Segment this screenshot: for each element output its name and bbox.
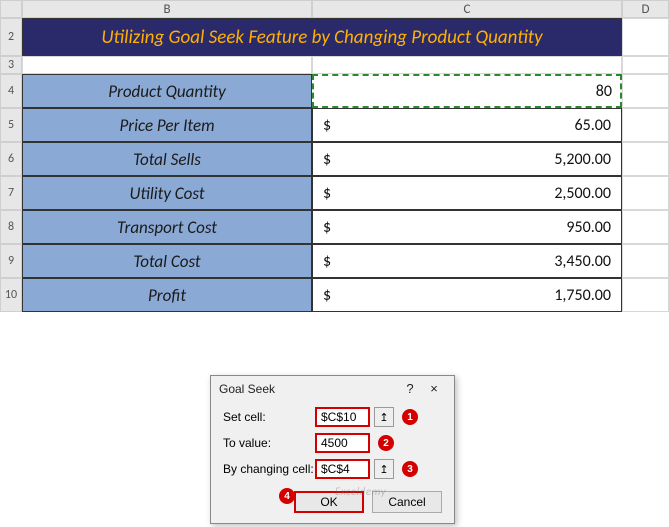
cell-value: 1,750.00 [331,286,611,305]
cell-d9[interactable] [622,244,669,278]
value-total-sells[interactable]: $ 5,200.00 [312,142,622,176]
select-all-corner[interactable] [0,0,22,18]
currency-symbol: $ [323,184,331,203]
label-profit[interactable]: Profit [22,278,312,312]
dialog-titlebar[interactable]: Goal Seek ? × [211,376,454,399]
spreadsheet-grid: B C D 2 Utilizing Goal Seek Feature by C… [0,0,669,312]
row-header-10[interactable]: 10 [0,278,22,312]
dialog-title-text: Goal Seek [219,382,398,396]
cell-d8[interactable] [622,210,669,244]
row-header-7[interactable]: 7 [0,176,22,210]
row-header-3[interactable]: 3 [0,56,22,74]
label-price-per-item[interactable]: Price Per Item [22,108,312,142]
col-header-d[interactable]: D [622,0,669,18]
to-value-row: To value: 2 [223,433,442,453]
cell-value: 5,200.00 [331,150,611,169]
by-changing-label: By changing cell: [223,462,315,476]
row-header-9[interactable]: 9 [0,244,22,278]
label-total-sells[interactable]: Total Sells [22,142,312,176]
currency-symbol: $ [323,116,331,135]
ref-picker-icon[interactable]: ↥ [374,407,394,427]
value-utility-cost[interactable]: $ 2,500.00 [312,176,622,210]
watermark-text: Exceldemy [335,485,386,498]
cell-d6[interactable] [622,142,669,176]
dialog-body: Set cell: 1 ↥ To value: 2 By changing ce… [211,399,454,523]
cell-c3[interactable] [312,56,622,74]
annotation-1: 1 [402,409,418,425]
cell-d3[interactable] [622,56,669,74]
col-header-b[interactable]: B [22,0,312,18]
value-transport-cost[interactable]: $ 950.00 [312,210,622,244]
help-icon[interactable]: ? [398,381,422,396]
cell-d7[interactable] [622,176,669,210]
by-changing-row: By changing cell: 3 ↥ [223,459,442,479]
cell-value: 80 [322,82,612,101]
cell-d10[interactable] [622,278,669,312]
cell-value: 3,450.00 [331,252,611,271]
cell-d4[interactable] [622,74,669,108]
annotation-4: 4 [279,488,295,504]
value-profit[interactable]: $ 1,750.00 [312,278,622,312]
value-product-quantity[interactable]: 80 [312,74,622,108]
set-cell-input[interactable] [315,407,370,427]
set-cell-row: Set cell: 1 ↥ [223,407,442,427]
row-header-5[interactable]: 5 [0,108,22,142]
cell-b3[interactable] [22,56,312,74]
currency-symbol: $ [323,150,331,169]
dialog-buttons: 4 OK Cancel [223,485,442,513]
cell-value: 950.00 [331,218,611,237]
annotation-3: 3 [402,461,418,477]
currency-symbol: $ [323,252,331,271]
row-header-2[interactable]: 2 [0,18,22,56]
value-price-per-item[interactable]: $ 65.00 [312,108,622,142]
cell-value: 65.00 [331,116,611,135]
currency-symbol: $ [323,286,331,305]
goal-seek-dialog: Goal Seek ? × Set cell: 1 ↥ To value: 2 … [210,375,455,524]
cell-value: 2,500.00 [331,184,611,203]
set-cell-label: Set cell: [223,410,315,424]
row-header-6[interactable]: 6 [0,142,22,176]
value-total-cost[interactable]: $ 3,450.00 [312,244,622,278]
label-product-quantity[interactable]: Product Quantity [22,74,312,108]
cell-d2[interactable] [622,18,669,56]
row-header-8[interactable]: 8 [0,210,22,244]
by-changing-input[interactable] [315,459,370,479]
col-header-c[interactable]: C [312,0,622,18]
cell-d5[interactable] [622,108,669,142]
label-total-cost[interactable]: Total Cost [22,244,312,278]
currency-symbol: $ [323,218,331,237]
to-value-input[interactable] [315,433,370,453]
title-cell[interactable]: Utilizing Goal Seek Feature by Changing … [22,18,622,56]
row-header-4[interactable]: 4 [0,74,22,108]
to-value-label: To value: [223,436,315,450]
label-utility-cost[interactable]: Utility Cost [22,176,312,210]
annotation-2: 2 [378,435,394,451]
ref-picker-icon[interactable]: ↥ [374,459,394,479]
close-icon[interactable]: × [422,381,446,396]
label-transport-cost[interactable]: Transport Cost [22,210,312,244]
